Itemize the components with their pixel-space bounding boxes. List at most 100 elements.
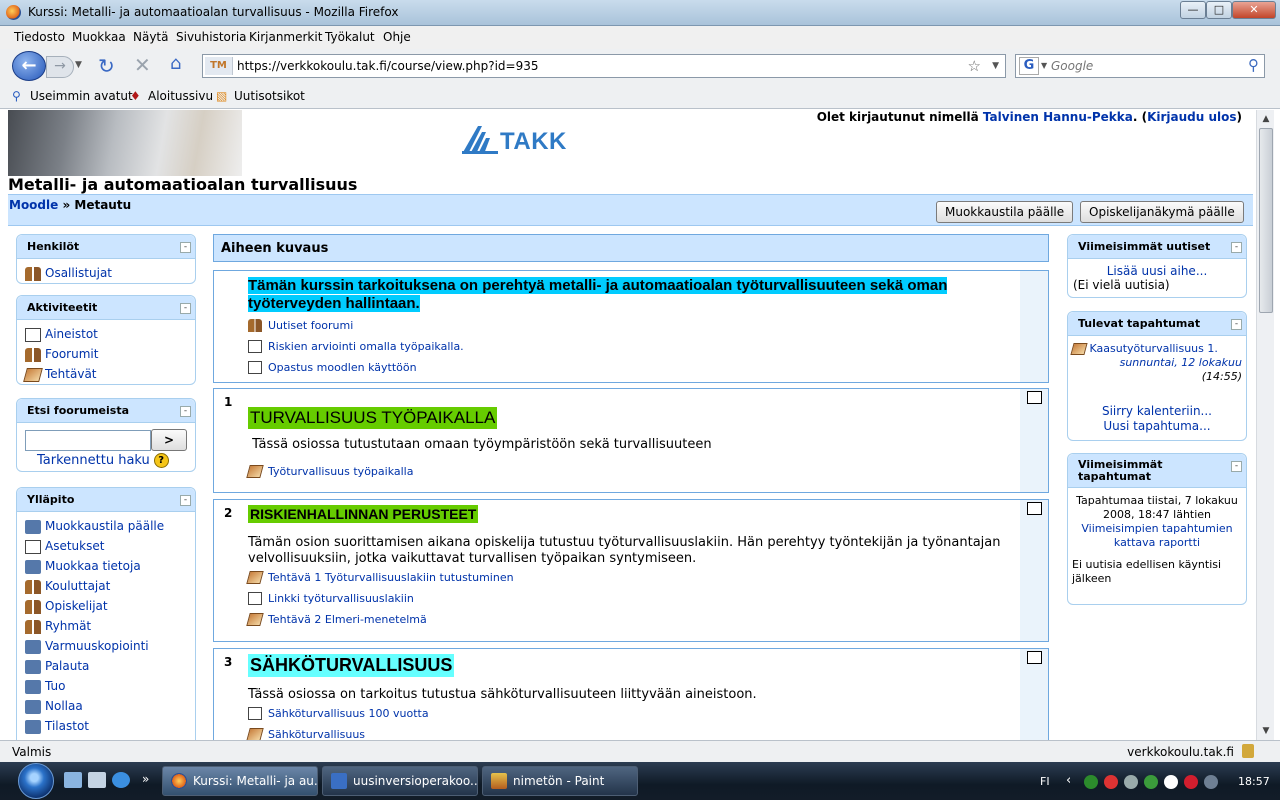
wireless-icon[interactable] xyxy=(1144,775,1158,789)
search-input[interactable] xyxy=(1049,57,1239,75)
bookmark-home[interactable]: ♦ Aloitussivu xyxy=(130,89,213,103)
tray-expand-icon[interactable]: ‹ xyxy=(1066,773,1071,788)
bookmark-most-visited[interactable]: ⚲ Useimmin avatut xyxy=(12,89,133,103)
url-dropdown-icon[interactable]: ▼ xyxy=(992,61,999,71)
url-text[interactable]: https://verkkokoulu.tak.fi/course/view.p… xyxy=(237,59,539,73)
activity-resources[interactable]: Aineistot xyxy=(17,324,195,344)
admin-link[interactable]: Palauta xyxy=(45,659,89,673)
admin-item-backup[interactable]: Varmuuskopiointi xyxy=(17,636,195,656)
menu-nayta[interactable]: Näytä xyxy=(133,30,169,44)
admin-item-restore[interactable]: Palauta xyxy=(17,656,195,676)
network-icon[interactable] xyxy=(1124,775,1138,789)
taskbar-button-firefox[interactable]: Kurssi: Metalli- ja au... xyxy=(162,766,318,796)
assignments-link[interactable]: Tehtävät xyxy=(45,367,97,381)
start-button[interactable] xyxy=(18,763,54,799)
activity-item[interactable]: Linkki työturvallisuuslakiin xyxy=(248,588,1016,609)
breadcrumb-moodle[interactable]: Moodle xyxy=(9,198,58,212)
activity-item[interactable]: Sähköturvallisuus 100 vuotta xyxy=(248,703,1016,724)
activity-item[interactable]: Sähköturvallisuus xyxy=(246,724,1016,740)
highlight-checkbox[interactable] xyxy=(1027,651,1042,664)
activity-link[interactable]: Sähköturvallisuus xyxy=(268,728,365,740)
close-button[interactable]: ✕ xyxy=(1232,1,1276,19)
collapse-icon[interactable]: - xyxy=(1231,461,1242,472)
activity-link[interactable]: Tehtävä 2 Elmeri-menetelmä xyxy=(268,613,427,626)
search-engine-icon[interactable]: G xyxy=(1019,57,1039,75)
minimize-button[interactable]: — xyxy=(1180,1,1206,19)
admin-item-settings[interactable]: Asetukset xyxy=(17,536,195,556)
lock-icon[interactable] xyxy=(1242,744,1254,758)
stop-icon[interactable]: ✕ xyxy=(134,53,151,77)
language-indicator[interactable]: FI xyxy=(1040,775,1050,788)
student-view-button[interactable]: Opiskelijanäkymä päälle xyxy=(1080,201,1244,223)
menu-kirjanmerkit[interactable]: Kirjanmerkit xyxy=(249,30,322,44)
participants-link[interactable]: Osallistujat xyxy=(45,266,112,280)
admin-link[interactable]: Muokkaa tietoja xyxy=(45,559,141,573)
forum-search-input[interactable] xyxy=(25,430,151,451)
tray-app-icon[interactable] xyxy=(1164,775,1178,789)
activity-link[interactable]: Riskien arviointi omalla työpaikalla. xyxy=(268,340,464,353)
admin-link[interactable]: Asetukset xyxy=(45,539,104,553)
activity-link[interactable]: Linkki työturvallisuuslakiin xyxy=(268,592,414,605)
site-identity-icon[interactable]: TM xyxy=(205,57,233,75)
activity-link[interactable]: Tehtävä 1 Työturvallisuuslakiin tutustum… xyxy=(268,571,514,584)
search-bar[interactable]: G ▼ ⚲ xyxy=(1015,54,1265,78)
admin-link[interactable]: Kouluttajat xyxy=(45,579,110,593)
bookmark-news[interactable]: ▧ Uutisotsikot xyxy=(216,89,305,103)
antivirus-icon[interactable] xyxy=(1084,775,1098,789)
activity-link[interactable]: Opastus moodlen käyttöön xyxy=(268,361,417,374)
collapse-icon[interactable]: - xyxy=(180,303,191,314)
admin-item-students[interactable]: Opiskelijat xyxy=(17,596,195,616)
address-bar[interactable]: TM https://verkkokoulu.tak.fi/course/vie… xyxy=(202,54,1006,78)
activity-link[interactable]: Työturvallisuus työpaikalla xyxy=(268,465,413,478)
volume-icon[interactable] xyxy=(1204,775,1218,789)
activity-item[interactable]: Opastus moodlen käyttöön xyxy=(248,357,1016,378)
scroll-down-icon[interactable]: ▼ xyxy=(1258,723,1274,739)
activity-item[interactable]: Tehtävä 2 Elmeri-menetelmä xyxy=(246,609,1016,630)
activity-item[interactable]: Tehtävä 1 Työturvallisuuslakiin tutustum… xyxy=(246,567,1016,588)
scroll-thumb[interactable] xyxy=(1259,128,1273,313)
menu-tiedosto[interactable]: Tiedosto xyxy=(14,30,65,44)
edit-mode-button[interactable]: Muokkaustila päälle xyxy=(936,201,1074,223)
highlight-checkbox[interactable] xyxy=(1027,391,1042,404)
add-topic-link[interactable]: Lisää uusi aihe... xyxy=(1107,264,1208,278)
highlight-checkbox[interactable] xyxy=(1027,502,1042,515)
collapse-icon[interactable]: - xyxy=(1231,319,1242,330)
menu-sivuhistoria[interactable]: Sivuhistoria xyxy=(176,30,247,44)
logout-link[interactable]: Kirjaudu ulos xyxy=(1147,110,1236,124)
user-name-link[interactable]: Talvinen Hannu-Pekka xyxy=(983,110,1133,124)
reload-icon[interactable]: ↻ xyxy=(98,54,115,78)
full-report-link[interactable]: Viimeisimpien tapahtumien kattava raport… xyxy=(1081,522,1232,549)
show-desktop-icon[interactable] xyxy=(64,772,82,788)
admin-link[interactable]: Nollaa xyxy=(45,699,83,713)
scroll-up-icon[interactable]: ▲ xyxy=(1258,111,1274,127)
forum-search-go-button[interactable]: > xyxy=(151,429,187,451)
advanced-search-link[interactable]: Tarkennettu haku xyxy=(37,453,150,468)
activity-assignments[interactable]: Tehtävät xyxy=(17,364,195,384)
back-button[interactable]: ← xyxy=(12,51,46,81)
collapse-icon[interactable]: - xyxy=(180,495,191,506)
collapse-icon[interactable]: - xyxy=(1231,242,1242,253)
taskbar-button-word[interactable]: uusinversioperakoo... xyxy=(322,766,478,796)
forums-link[interactable]: Foorumit xyxy=(45,347,98,361)
activity-link[interactable]: Uutiset foorumi xyxy=(268,319,353,332)
admin-item-import[interactable]: Tuo xyxy=(17,676,195,696)
admin-item-edit-info[interactable]: Muokkaa tietoja xyxy=(17,556,195,576)
taskbar-button-paint[interactable]: nimetön - Paint xyxy=(482,766,638,796)
admin-item-reset[interactable]: Nollaa xyxy=(17,696,195,716)
security-alert-icon[interactable] xyxy=(1104,775,1118,789)
search-icon[interactable]: ⚲ xyxy=(1248,56,1259,74)
activity-item[interactable]: Uutiset foorumi xyxy=(248,315,1016,336)
admin-item-reports[interactable]: Tilastot xyxy=(17,716,195,736)
admin-link[interactable]: Tuo xyxy=(45,679,65,693)
page-scrollbar[interactable]: ▲ ▼ xyxy=(1256,110,1274,740)
admin-link[interactable]: Tilastot xyxy=(45,719,89,733)
help-icon[interactable]: ? xyxy=(153,453,169,468)
menu-tyokalut[interactable]: Työkalut xyxy=(325,30,375,44)
history-dropdown-icon[interactable]: ▼ xyxy=(75,60,82,70)
admin-link[interactable]: Muokkaustila päälle xyxy=(45,519,164,533)
bookmark-star-icon[interactable]: ☆ xyxy=(968,57,981,75)
admin-link[interactable]: Opiskelijat xyxy=(45,599,108,613)
forward-button[interactable]: → xyxy=(46,56,74,78)
activity-forums[interactable]: Foorumit xyxy=(17,344,195,364)
menu-ohje[interactable]: Ohje xyxy=(383,30,411,44)
